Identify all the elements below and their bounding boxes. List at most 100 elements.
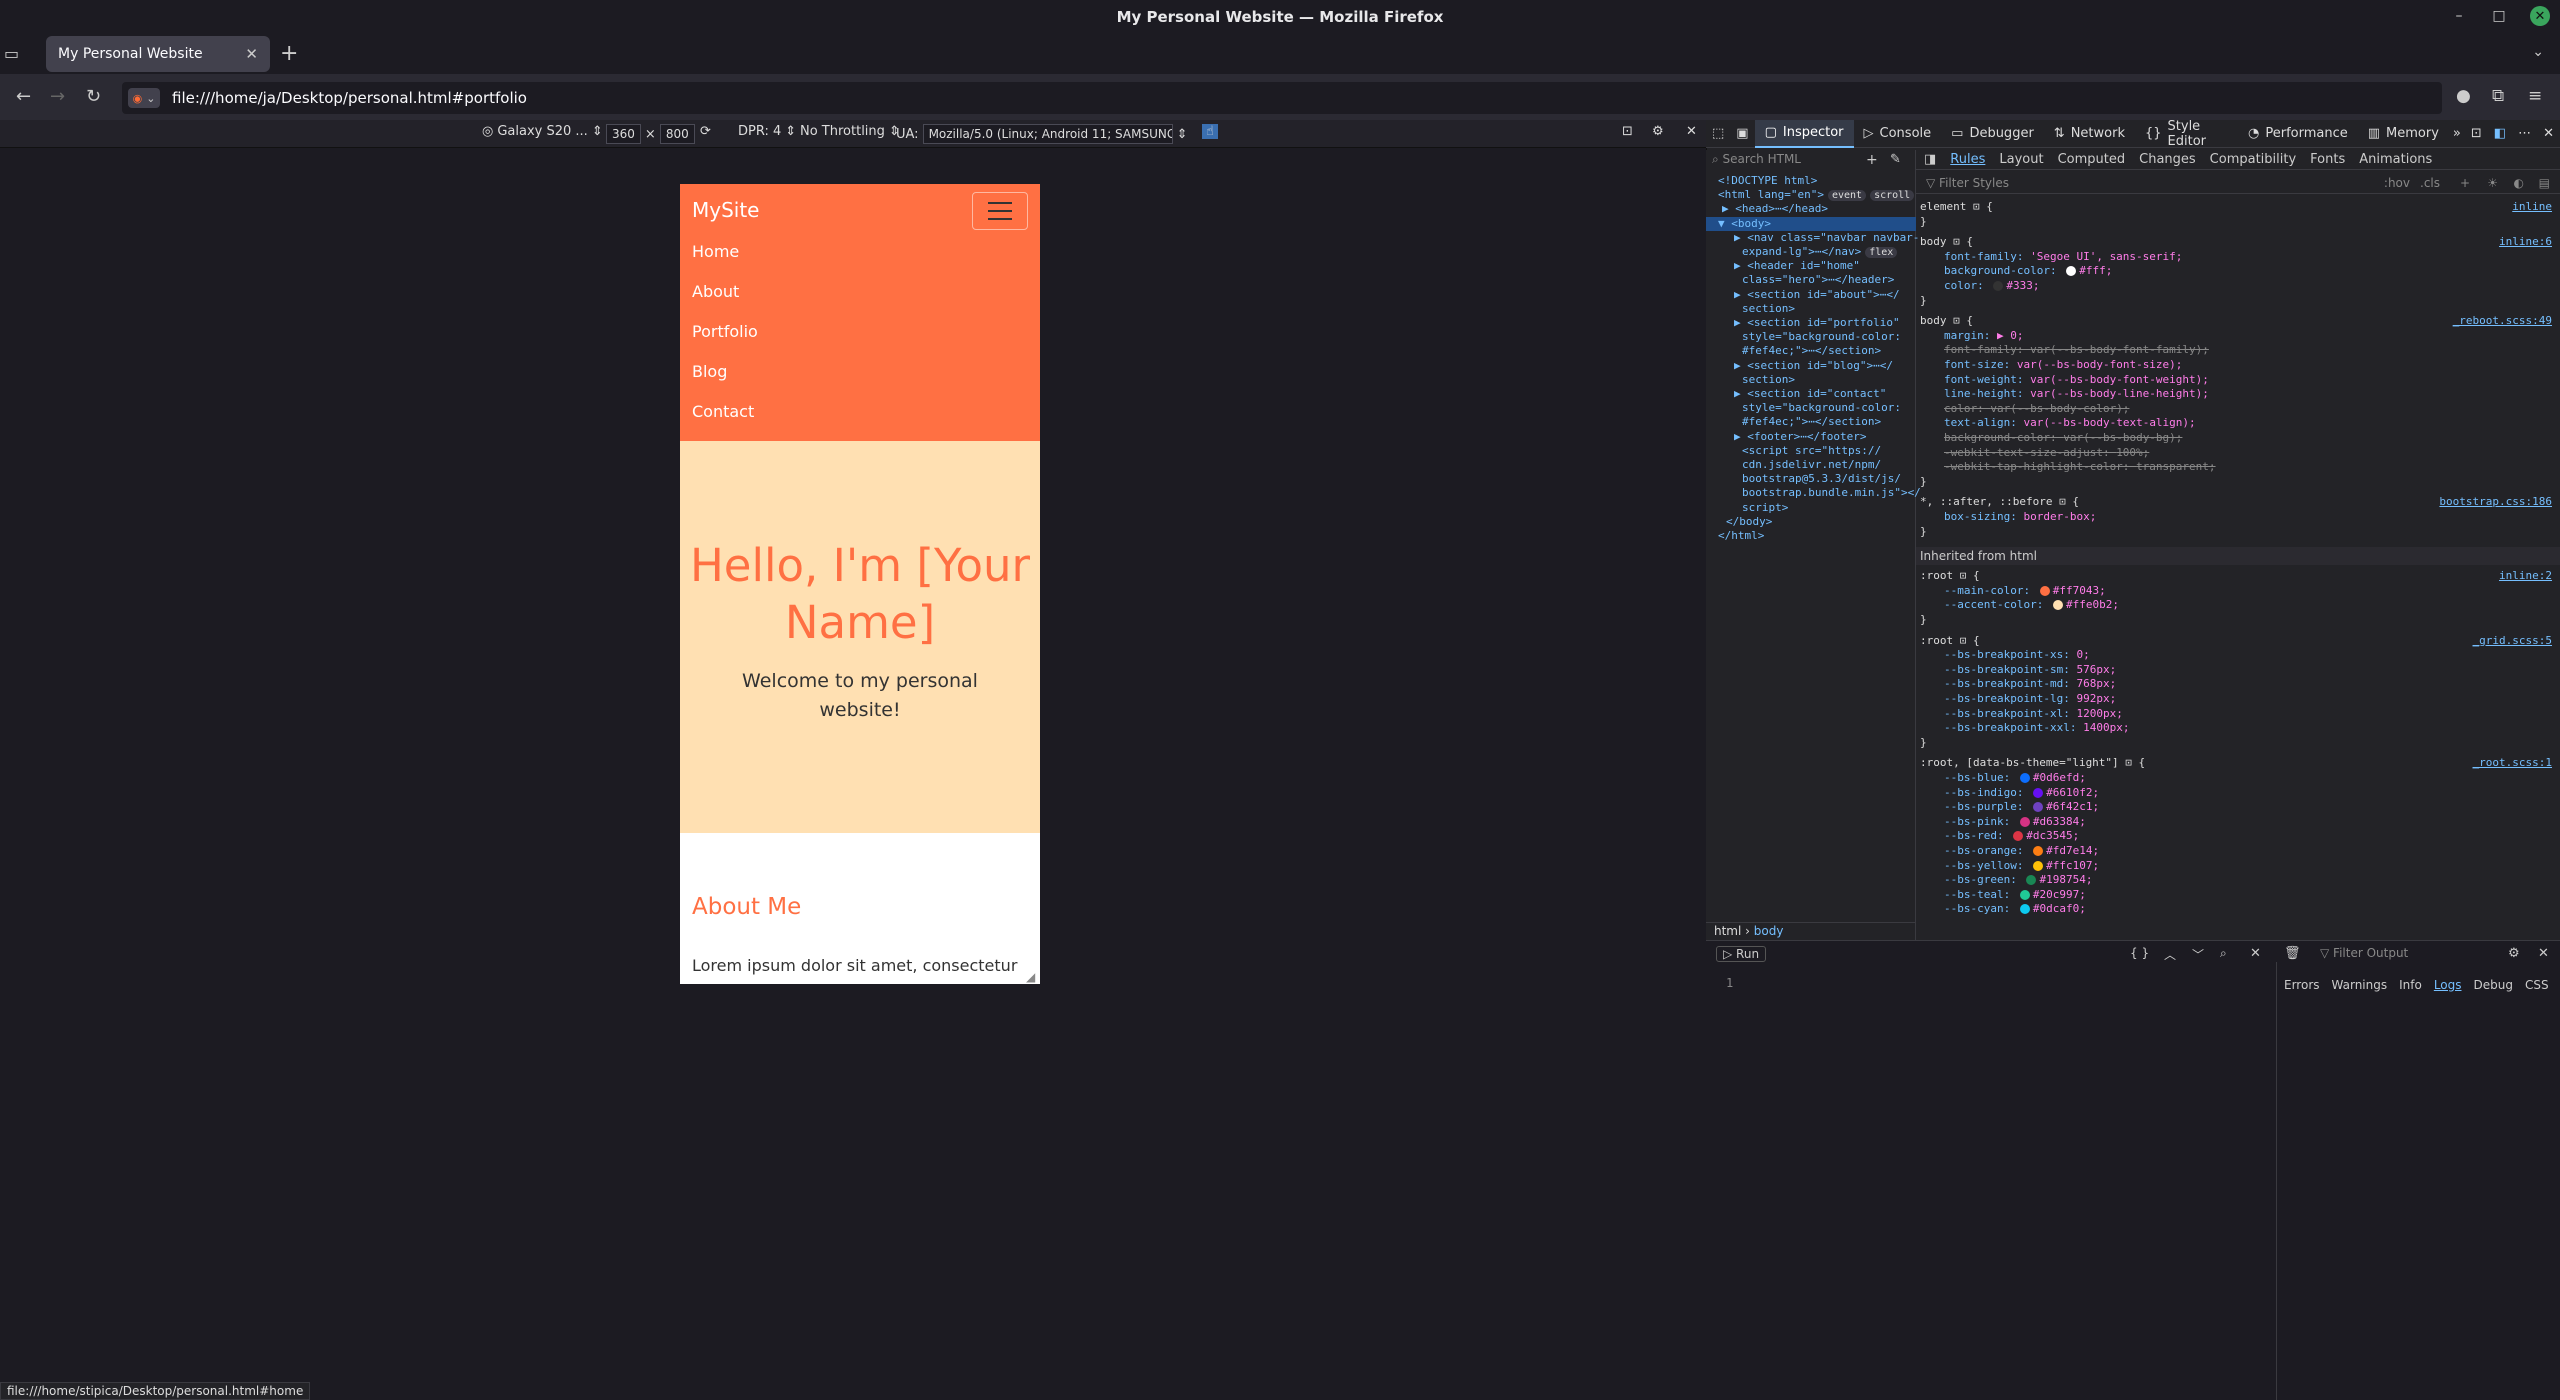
- dpr-selector[interactable]: DPR: 4 ⇕: [738, 124, 796, 139]
- property-name[interactable]: --bs-yellow:: [1944, 859, 2030, 872]
- rule-source-link[interactable]: inline: [2512, 200, 2552, 213]
- history-up-icon[interactable]: ︿: [2164, 946, 2176, 963]
- property-value[interactable]: #198754;: [2039, 873, 2092, 886]
- add-rule-icon[interactable]: +: [2460, 172, 2470, 194]
- markup-node[interactable]: </body>: [1706, 515, 1916, 529]
- property-value[interactable]: border-box;: [2023, 510, 2096, 523]
- pretty-print-icon[interactable]: { }: [2130, 946, 2149, 960]
- property-value[interactable]: 576px;: [2076, 663, 2116, 676]
- nav-link-home[interactable]: Home: [692, 242, 739, 261]
- property-value[interactable]: 'Segoe UI', sans-serif;: [2030, 250, 2182, 263]
- markup-node[interactable]: ▶ <head>⋯</head>: [1706, 202, 1916, 216]
- tab-my-personal-website[interactable]: My Personal Website ✕: [46, 36, 270, 72]
- color-swatch[interactable]: [2066, 266, 2077, 277]
- add-node-icon[interactable]: +: [1866, 152, 1878, 168]
- tab-style-editor[interactable]: {} Style Editor: [2135, 119, 2238, 149]
- history-down-icon[interactable]: ﹀: [2192, 946, 2204, 963]
- rotate-icon[interactable]: ⟳: [700, 124, 711, 139]
- tab-debugger[interactable]: ▭ Debugger: [1941, 120, 2044, 148]
- property-value[interactable]: #fff;: [2079, 264, 2112, 277]
- property-value[interactable]: 100%;: [2116, 446, 2149, 459]
- menu-icon[interactable]: ≡: [2528, 86, 2542, 106]
- print-icon[interactable]: ▤: [2539, 172, 2550, 194]
- url-bar[interactable]: file:///home/ja/Desktop/personal.html#po…: [122, 82, 2442, 114]
- reload-icon[interactable]: ↻: [86, 86, 101, 107]
- property-name[interactable]: color:: [1944, 279, 1990, 292]
- pick-element-icon[interactable]: ⬚: [1706, 120, 1730, 148]
- property-value[interactable]: 1200px;: [2076, 707, 2122, 720]
- breadcrumb-body[interactable]: body: [1754, 924, 1784, 938]
- trash-icon[interactable]: 🗑: [2284, 946, 2301, 961]
- resize-handle-icon[interactable]: ◢: [1026, 970, 1035, 984]
- property-value[interactable]: 1400px;: [2083, 721, 2129, 734]
- markup-node[interactable]: ▶ <section id="blog">⋯</: [1706, 359, 1916, 373]
- markup-node[interactable]: cdn.jsdelivr.net/npm/: [1706, 458, 1916, 472]
- site-brand[interactable]: MySite: [692, 198, 760, 222]
- close-devtools-icon[interactable]: ✕: [2537, 120, 2560, 148]
- run-button[interactable]: ▷ Run: [1716, 946, 1767, 962]
- tracking-protection-icon[interactable]: ◉ ⌄: [128, 88, 160, 108]
- markup-node[interactable]: ▶ <section id="about">⋯</: [1706, 288, 1916, 302]
- touch-simulation-icon[interactable]: ☝: [1202, 124, 1218, 139]
- tab-rules[interactable]: Rules: [1950, 152, 1985, 167]
- filter-errors[interactable]: Errors: [2284, 978, 2320, 992]
- tab-performance[interactable]: ◔ Performance: [2238, 120, 2358, 148]
- property-value[interactable]: 0;: [2076, 648, 2089, 661]
- color-swatch[interactable]: [2019, 773, 2030, 783]
- color-swatch[interactable]: [2019, 889, 2030, 900]
- markup-node[interactable]: #fef4ec;">⋯</section>: [1706, 344, 1916, 358]
- property-value[interactable]: #d63384;: [2033, 815, 2086, 828]
- rule-source-link[interactable]: inline:6: [2499, 235, 2552, 248]
- markup-node[interactable]: script>: [1706, 501, 1916, 515]
- close-console-icon[interactable]: ✕: [2538, 946, 2549, 961]
- property-name[interactable]: --bs-breakpoint-xl:: [1944, 707, 2076, 720]
- property-name[interactable]: --bs-purple:: [1944, 800, 2030, 813]
- tab-list-icon[interactable]: ▭: [4, 44, 19, 63]
- property-name[interactable]: --bs-blue:: [1944, 771, 2017, 784]
- frames-icon[interactable]: ⊡: [2465, 120, 2488, 148]
- property-name[interactable]: --bs-cyan:: [1944, 902, 2017, 915]
- filter-info[interactable]: Info: [2399, 978, 2422, 992]
- filter-warnings[interactable]: Warnings: [2332, 978, 2388, 992]
- dock-icon[interactable]: ◧: [2488, 120, 2512, 148]
- markup-node[interactable]: expand-lg">⋯</nav> flex: [1706, 245, 1916, 260]
- color-swatch[interactable]: [2013, 831, 2024, 842]
- markup-node[interactable]: ▶ <nav class="navbar navbar-: [1706, 231, 1919, 245]
- tab-network[interactable]: ⇅ Network: [2044, 120, 2135, 148]
- console-settings-icon[interactable]: ⚙: [2508, 946, 2520, 961]
- viewport-height-input[interactable]: 800: [659, 124, 695, 144]
- property-name[interactable]: font-size:: [1944, 358, 2017, 371]
- settings-icon[interactable]: ⚙: [1652, 124, 1664, 139]
- markup-node[interactable]: <script src="https://: [1706, 444, 1916, 458]
- throttling-selector[interactable]: No Throttling ⇕: [800, 124, 900, 139]
- console-splitter[interactable]: [2276, 962, 2277, 1400]
- property-name[interactable]: --bs-teal:: [1944, 888, 2017, 901]
- nav-link-about[interactable]: About: [692, 282, 739, 301]
- search-icon[interactable]: ⌕: [2220, 946, 2227, 961]
- property-name[interactable]: background-color:: [1944, 431, 2063, 444]
- tab-layout[interactable]: Layout: [1999, 152, 2043, 167]
- hov-button[interactable]: :hov: [2384, 172, 2410, 194]
- property-name[interactable]: background-color:: [1944, 264, 2063, 277]
- property-name[interactable]: --bs-breakpoint-xs:: [1944, 648, 2076, 661]
- property-name[interactable]: font-weight:: [1944, 373, 2030, 386]
- filter-debug[interactable]: Debug: [2474, 978, 2513, 992]
- property-name[interactable]: --bs-red:: [1944, 829, 2010, 842]
- device-selector[interactable]: ◎ Galaxy S20 ... ⇕: [482, 124, 603, 139]
- property-name[interactable]: --main-color:: [1944, 584, 2037, 597]
- property-value[interactable]: ▶ 0;: [1997, 329, 2024, 342]
- property-name[interactable]: --accent-color:: [1944, 598, 2050, 611]
- markup-node[interactable]: style="background-color:: [1706, 401, 1916, 415]
- property-value[interactable]: transparent;: [2136, 460, 2215, 473]
- tab-inspector[interactable]: ▢ Inspector: [1754, 119, 1854, 148]
- color-swatch[interactable]: [2019, 904, 2030, 915]
- markup-node[interactable]: ▼ <body>: [1706, 216, 1916, 231]
- close-editor-icon[interactable]: ✕: [2250, 946, 2261, 961]
- property-name[interactable]: --bs-breakpoint-lg:: [1944, 692, 2076, 705]
- tab-console[interactable]: ▷ Console: [1854, 120, 1942, 148]
- color-swatch[interactable]: [2026, 875, 2037, 886]
- new-tab-button[interactable]: +: [280, 43, 298, 65]
- filter-logs[interactable]: Logs: [2434, 978, 2462, 992]
- tab-memory[interactable]: ▥ Memory: [2358, 120, 2449, 148]
- color-swatch[interactable]: [1993, 281, 2004, 291]
